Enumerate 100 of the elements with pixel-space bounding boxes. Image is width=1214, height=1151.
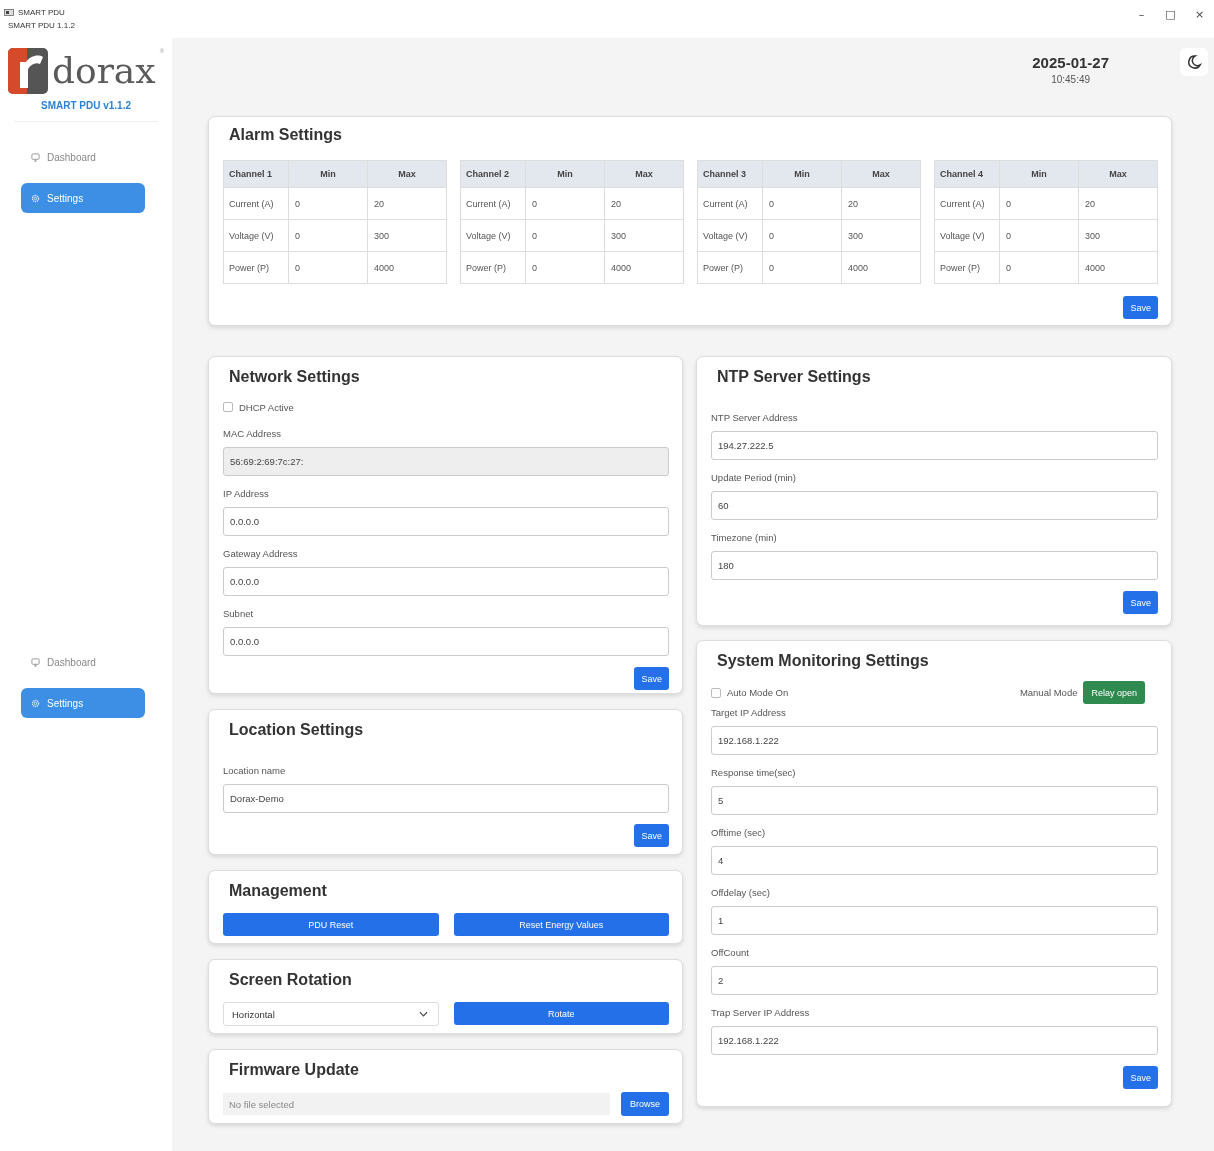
version-label: SMART PDU v1.1.2 — [41, 100, 131, 111]
card-title: NTP Server Settings — [717, 367, 872, 387]
table-cell: 300 — [367, 219, 447, 252]
rotation-dropdown[interactable]: Horizontal — [223, 1002, 439, 1026]
chevron-down-icon — [418, 1011, 428, 1017]
table-cell: Current (A) — [697, 187, 763, 220]
checkbox-label: Auto Mode On — [727, 687, 789, 698]
column-header: Min — [762, 160, 842, 188]
file-field[interactable]: No file selected — [223, 1093, 610, 1115]
browse-button[interactable]: Browse — [621, 1092, 669, 1116]
input-field[interactable]: 0.0.0.0 — [223, 507, 669, 536]
field-label: Subnet — [223, 607, 255, 621]
card-title: Management — [229, 881, 328, 901]
field-label: MAC Address — [223, 427, 283, 441]
monitor-icon — [31, 152, 40, 162]
card-title: System Monitoring Settings — [717, 651, 930, 671]
gear-icon — [31, 193, 40, 203]
column-header: Min — [288, 160, 368, 188]
action-button[interactable]: PDU Reset — [223, 913, 439, 936]
input-field[interactable]: 0.0.0.0 — [223, 567, 669, 596]
input-field[interactable]: 4 — [711, 846, 1158, 875]
column-header: Max — [841, 160, 921, 188]
window-subtitle: SMART PDU 1.1.2 — [8, 21, 75, 30]
table-cell: 0 — [288, 187, 368, 220]
input-field[interactable]: 60 — [711, 491, 1158, 520]
table-cell: 4000 — [604, 251, 684, 284]
time-text: 10:45:49 — [1051, 74, 1091, 85]
gear-icon — [31, 698, 40, 708]
table-cell: 0 — [762, 187, 842, 220]
table-cell: 0 — [999, 219, 1079, 252]
monitor-icon — [31, 657, 40, 667]
table-cell: 0 — [288, 251, 368, 284]
table-cell: Power (P) — [697, 251, 763, 284]
checkbox[interactable] — [223, 402, 233, 412]
field-label: Trap Server IP Address — [711, 1006, 811, 1020]
table-cell: 300 — [604, 219, 684, 252]
column-header: Channel 2 — [460, 160, 526, 188]
moon-icon — [1186, 54, 1202, 70]
table-cell: 0 — [762, 219, 842, 252]
save-button[interactable]: Save — [1123, 1066, 1158, 1089]
table-cell: 0 — [762, 251, 842, 284]
input-field[interactable]: 192.168.1.222 — [711, 726, 1158, 755]
card-title: Alarm Settings — [229, 125, 343, 145]
input-field[interactable]: 2 — [711, 966, 1158, 995]
table-cell: 0 — [999, 187, 1079, 220]
table-cell: 4000 — [841, 251, 921, 284]
checkbox-label: DHCP Active — [239, 401, 294, 413]
input-field[interactable]: 1 — [711, 906, 1158, 935]
table-cell: 300 — [841, 219, 921, 252]
table-cell: Current (A) — [934, 187, 1000, 220]
field-label: OffCount — [711, 946, 750, 960]
table-cell: Power (P) — [934, 251, 1000, 284]
table-cell: 0 — [525, 219, 605, 252]
table-cell: Current (A) — [460, 187, 526, 220]
field-label: Offdelay (sec) — [711, 886, 771, 900]
theme-toggle-button[interactable] — [1180, 48, 1208, 76]
field-label: NTP Server Address — [711, 411, 799, 425]
input-field[interactable]: 192.168.1.222 — [711, 1026, 1158, 1055]
input-field[interactable]: 194.27.222.5 — [711, 431, 1158, 460]
relay-button[interactable]: Relay open — [1083, 681, 1145, 704]
table-cell: Voltage (V) — [460, 219, 526, 252]
save-button[interactable]: Save — [634, 667, 669, 690]
window-title: SMART PDU — [18, 8, 65, 17]
table-cell: 4000 — [367, 251, 447, 284]
input-field[interactable]: Dorax-Demo — [223, 784, 669, 813]
brand-name: dorax — [51, 53, 156, 89]
window-control[interactable]: – — [1131, 8, 1152, 21]
field-label: Response time(sec) — [711, 766, 797, 780]
column-header: Channel 3 — [697, 160, 763, 188]
input-field[interactable]: 5 — [711, 786, 1158, 815]
nav-item[interactable]: Dashboard — [21, 647, 145, 677]
table-cell: Voltage (V) — [697, 219, 763, 252]
save-button[interactable]: Save — [1123, 296, 1158, 319]
table-cell: 20 — [367, 187, 447, 220]
save-button[interactable]: Save — [634, 824, 669, 847]
rotate-button[interactable]: Rotate — [453, 1002, 669, 1025]
checkbox[interactable] — [711, 687, 721, 698]
table-cell: Voltage (V) — [223, 219, 289, 252]
column-header: Channel 1 — [223, 160, 289, 188]
table-cell: 20 — [841, 187, 921, 220]
table-cell: 300 — [1078, 219, 1158, 252]
input-field[interactable]: 0.0.0.0 — [223, 627, 669, 656]
save-button[interactable]: Save — [1123, 591, 1158, 614]
field-label: Gateway Address — [223, 547, 299, 561]
table-cell: Power (P) — [223, 251, 289, 284]
input-field[interactable]: 180 — [711, 551, 1158, 580]
field-label: IP Address — [223, 487, 270, 501]
table-cell: Voltage (V) — [934, 219, 1000, 252]
table-cell: 4000 — [1078, 251, 1158, 284]
window-control[interactable]: × — [1189, 8, 1210, 21]
table-cell: 20 — [604, 187, 684, 220]
action-button[interactable]: Reset Energy Values — [453, 913, 669, 936]
nav-item[interactable]: Dashboard — [21, 142, 145, 172]
table-cell: 0 — [525, 187, 605, 220]
field-label: Target IP Address — [711, 706, 787, 720]
app-icon — [4, 9, 14, 16]
table-cell: 0 — [999, 251, 1079, 284]
window-control[interactable]: □ — [1160, 8, 1181, 21]
table-cell: 0 — [525, 251, 605, 284]
column-header: Max — [1078, 160, 1158, 188]
